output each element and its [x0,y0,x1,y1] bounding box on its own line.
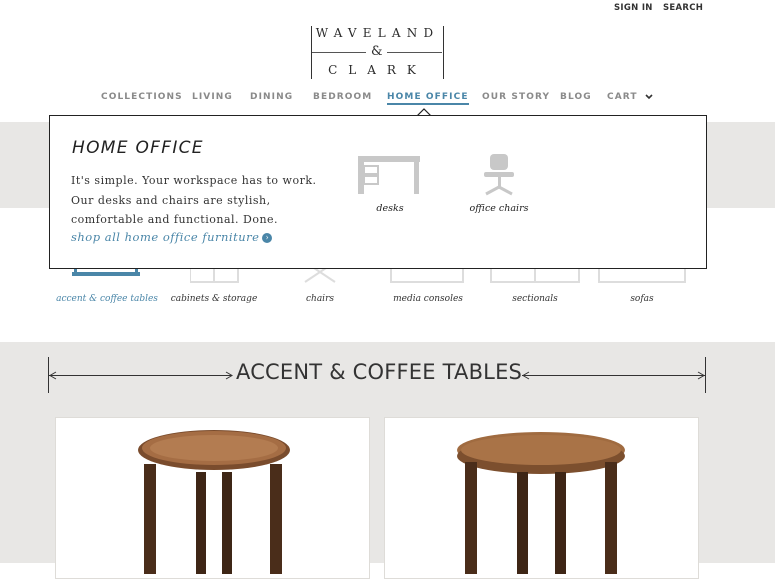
product-image [138,430,290,574]
logo-ampersand: & [371,44,383,59]
logo-line2: CLARK [328,63,427,77]
office-chair-icon [484,154,514,196]
heading-right-tick [705,357,706,393]
arrow-right-icon [697,371,705,380]
product-card[interactable] [384,417,699,579]
desks-label: desks [376,203,404,214]
category-sectionals[interactable]: sectionals [480,294,590,304]
logo-line1: WAVELAND [315,26,440,40]
chevron-down-icon [645,93,653,99]
nav-home-office[interactable]: HOME OFFICE [387,92,469,105]
product-card[interactable] [55,417,370,579]
nav-blog[interactable]: BLOG [560,92,592,102]
arrow-circle-icon: › [262,233,273,243]
nav-collections[interactable]: COLLECTIONS [101,92,183,102]
arrow-right-icon [225,371,233,380]
category-accent-coffee-tables[interactable]: accent & coffee tables [52,294,162,304]
site-logo[interactable]: WAVELAND & CLARK [311,26,444,79]
shop-all-home-office-link[interactable]: shop all home office furniture › [71,230,273,244]
category-media-consoles[interactable]: media consoles [373,294,483,304]
product-image [457,432,625,574]
nav-our-story[interactable]: OUR STORY [482,92,550,102]
desk-icon [358,156,420,194]
shop-all-link-label: shop all home office furniture [71,230,260,244]
office-chairs-label: office chairs [469,203,529,214]
dropdown-item-office-chairs[interactable]: office chairs [460,150,538,218]
category-cabinets-storage[interactable]: cabinets & storage [159,294,269,304]
nav-bedroom[interactable]: BEDROOM [313,92,372,102]
nav-cart-label: CART [607,92,638,102]
heading-right-rule [522,375,705,376]
nav-living[interactable]: LIVING [192,92,233,102]
heading-left-rule [49,375,232,376]
dropdown-title: HOME OFFICE [72,138,204,158]
nav-dining[interactable]: DINING [250,92,293,102]
category-chairs[interactable]: chairs [265,294,375,304]
arrow-left-icon [522,371,530,380]
arrow-left-icon [49,371,57,380]
dropdown-item-desks[interactable]: desks [350,150,430,218]
section-title: ACCENT & COFFEE TABLES [236,360,523,384]
sign-in-link[interactable]: SIGN IN [614,3,653,13]
search-link[interactable]: SEARCH [663,3,703,13]
category-sofas[interactable]: sofas [587,294,697,304]
dropdown-description: It's simple. Your workspace has to work.… [71,174,317,226]
nav-cart[interactable]: CART [607,92,653,102]
